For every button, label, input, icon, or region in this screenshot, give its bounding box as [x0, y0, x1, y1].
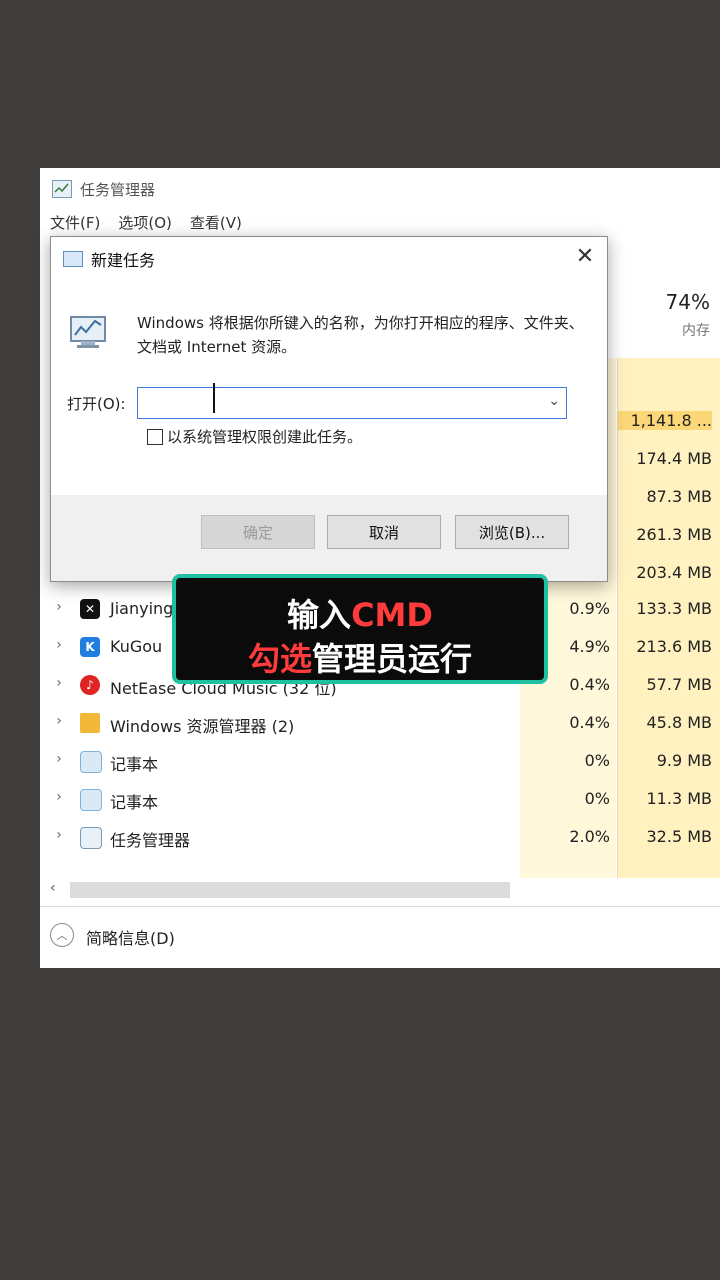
scroll-left-icon[interactable]: ‹	[50, 880, 56, 896]
open-input[interactable]	[138, 388, 536, 418]
jianying-icon: ✕	[80, 599, 100, 619]
cancel-button[interactable]: 取消	[327, 515, 441, 549]
dialog-title: 新建任务	[91, 251, 156, 270]
chevron-right-icon[interactable]: ›	[52, 751, 66, 767]
task-manager-icon	[80, 827, 102, 849]
ok-button[interactable]: 确定	[201, 515, 315, 549]
process-name: KuGou	[110, 637, 163, 656]
admin-privileges-checkbox[interactable]	[147, 429, 163, 445]
memory-value: 203.4 MB	[636, 563, 712, 582]
caption-highlight: CMD	[351, 596, 433, 634]
menu-bar: 文件(F) 选项(O) 查看(V)	[50, 212, 242, 233]
memory-value: 57.7 MB	[646, 675, 713, 694]
cpu-value: 2.0%	[569, 827, 610, 846]
run-icon	[63, 251, 83, 267]
table-row[interactable]: › 任务管理器 2.0% 32.5 MB	[40, 818, 720, 856]
chevron-right-icon[interactable]: ›	[52, 675, 66, 691]
memory-value: 87.3 MB	[646, 487, 713, 506]
table-row[interactable]: › 记事本 0% 9.9 MB	[40, 742, 720, 780]
open-combobox[interactable]: ⌄	[137, 387, 567, 419]
memory-percent-header[interactable]: 74%	[650, 290, 710, 314]
process-name: 记事本	[110, 793, 159, 812]
task-manager-icon	[52, 180, 72, 198]
kugou-icon: K	[80, 637, 100, 657]
process-name: 记事本	[110, 755, 159, 774]
close-icon[interactable]: ✕	[571, 243, 599, 271]
memory-value: 32.5 MB	[646, 827, 713, 846]
memory-value: 174.4 MB	[636, 449, 712, 468]
run-program-icon	[70, 316, 106, 348]
chevron-up-icon[interactable]: ︿	[50, 923, 74, 947]
memory-value: 45.8 MB	[646, 713, 713, 732]
horizontal-scrollbar[interactable]: ‹	[50, 880, 710, 900]
chevron-right-icon[interactable]: ›	[52, 713, 66, 729]
browse-button[interactable]: 浏览(B)...	[455, 515, 569, 549]
memory-value: 1,141.8 ...	[618, 411, 712, 430]
cpu-value: 0.4%	[569, 713, 610, 732]
caption-text: 管理员运行	[312, 640, 473, 678]
table-row[interactable]: › Windows 资源管理器 (2) 0.4% 45.8 MB	[40, 704, 720, 742]
process-name: 任务管理器	[110, 831, 191, 850]
chevron-down-icon[interactable]: ⌄	[548, 393, 560, 409]
menu-options[interactable]: 选项(O)	[118, 212, 172, 233]
task-manager-titlebar: 任务管理器	[52, 178, 155, 200]
notepad-icon	[80, 751, 102, 773]
caption-line-2: 勾选管理员运行	[176, 634, 544, 680]
caption-overlay: 输入CMD 勾选管理员运行	[172, 574, 548, 684]
open-label: 打开(O):	[67, 395, 126, 413]
menu-view[interactable]: 查看(V)	[190, 212, 242, 233]
dialog-titlebar: 新建任务	[63, 247, 155, 271]
chevron-right-icon[interactable]: ›	[52, 637, 66, 653]
notepad-icon	[80, 789, 102, 811]
table-row[interactable]: › 记事本 0% 11.3 MB	[40, 780, 720, 818]
scrollbar-thumb[interactable]	[70, 882, 510, 898]
memory-column-label[interactable]: 内存	[650, 320, 710, 340]
memory-value: 213.6 MB	[636, 637, 712, 656]
menu-file[interactable]: 文件(F)	[50, 212, 100, 233]
text-cursor	[213, 383, 215, 413]
chevron-right-icon[interactable]: ›	[52, 789, 66, 805]
dialog-description: Windows 将根据你所键入的名称，为你打开相应的程序、文件夹、文档或 Int…	[137, 314, 584, 356]
memory-value: 11.3 MB	[646, 789, 713, 808]
cpu-value: 0%	[584, 789, 610, 808]
chevron-right-icon[interactable]: ›	[52, 827, 66, 843]
task-manager-title: 任务管理器	[80, 180, 156, 199]
memory-value: 261.3 MB	[636, 525, 712, 544]
admin-privileges-label[interactable]: 以系统管理权限创建此任务。	[167, 426, 362, 447]
folder-icon	[80, 713, 100, 733]
caption-text: 输入	[287, 596, 352, 634]
netease-music-icon: ♪	[80, 675, 100, 695]
memory-value: 9.9 MB	[656, 751, 712, 770]
caption-highlight: 勾选	[247, 640, 312, 678]
run-new-task-dialog: 新建任务 ✕ Windows 将根据你所键入的名称，为你打开相应的程序、文件夹、…	[50, 236, 608, 582]
cpu-value: 0%	[584, 751, 610, 770]
memory-value: 133.3 MB	[636, 599, 712, 618]
process-name: Windows 资源管理器 (2)	[110, 717, 295, 736]
caption-line-1: 输入CMD	[176, 590, 544, 636]
chevron-right-icon[interactable]: ›	[52, 599, 66, 615]
process-name: Jianying	[110, 599, 174, 618]
footer: ︿ 简略信息(D)	[40, 906, 720, 969]
dialog-button-bar: 确定 取消 浏览(B)...	[51, 495, 607, 581]
fewer-details-link[interactable]: 简略信息(D)	[86, 925, 175, 949]
